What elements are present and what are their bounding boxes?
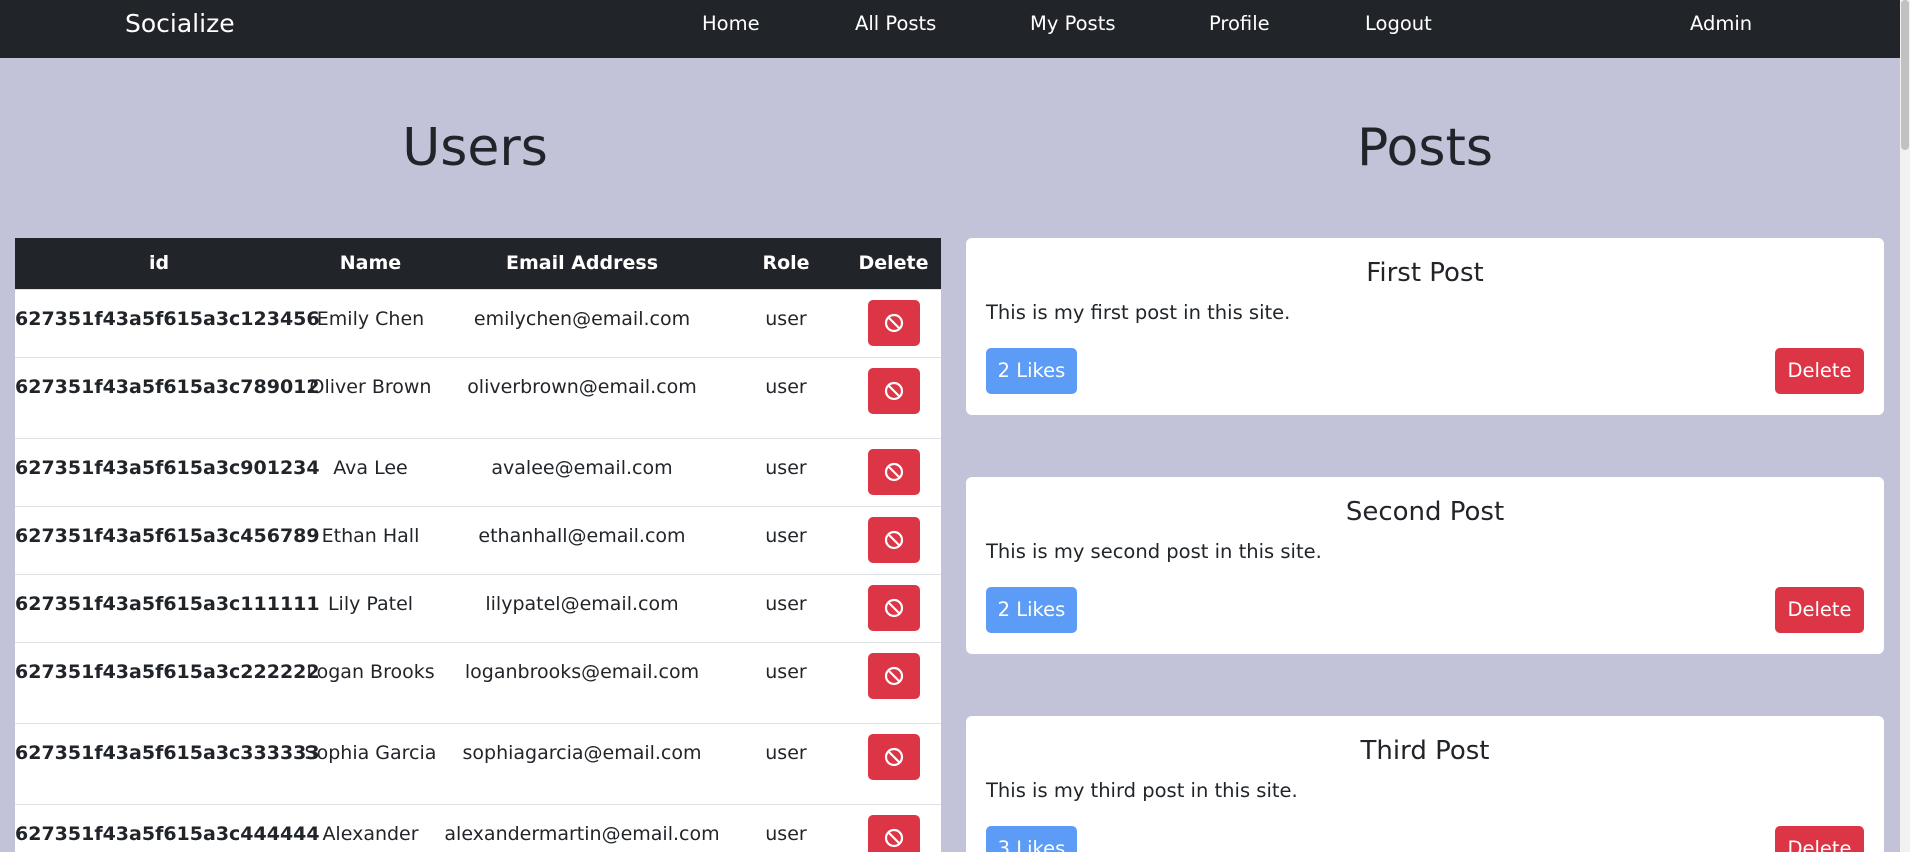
user-role: user xyxy=(726,641,846,723)
user-email: lilypatel@email.com xyxy=(438,573,726,642)
page-scrollbar[interactable] xyxy=(1900,0,1910,852)
user-id: 627351f43a5f615a3c456789 xyxy=(15,505,320,574)
users-heading: Users xyxy=(402,118,548,178)
delete-user-button[interactable] xyxy=(867,299,920,346)
column-header-role: Role xyxy=(762,252,810,275)
delete-user-button[interactable] xyxy=(867,367,920,414)
column-header-email: Email Address xyxy=(505,252,659,275)
post-body: This is my first post in this site. xyxy=(986,301,1291,324)
post-card: Second Post This is my second post in th… xyxy=(966,477,1884,654)
nav-user-name[interactable]: Admin xyxy=(1690,0,1752,48)
nav-link-home[interactable]: Home xyxy=(702,0,760,48)
ban-icon xyxy=(884,598,903,617)
user-role: user xyxy=(726,573,846,642)
delete-cell xyxy=(846,288,941,357)
delete-user-button[interactable] xyxy=(867,516,920,563)
table-row: 627351f43a5f615a3c901234 Ava Lee avalee@… xyxy=(15,437,941,506)
user-id: 627351f43a5f615a3c222222 xyxy=(15,641,320,723)
delete-cell xyxy=(846,356,941,438)
delete-user-button[interactable] xyxy=(867,448,920,495)
ban-icon xyxy=(884,747,903,766)
post-title: Second Post xyxy=(1345,497,1505,527)
posts-heading: Posts xyxy=(1357,118,1493,178)
user-name: Oliver Brown xyxy=(303,356,438,438)
ban-icon xyxy=(884,462,903,481)
delete-cell xyxy=(846,437,941,506)
column-header-name: Name xyxy=(339,252,402,275)
likes-button[interactable]: 3 Likes xyxy=(986,826,1077,852)
nav-link-logout[interactable]: Logout xyxy=(1365,0,1432,48)
ban-icon xyxy=(884,828,903,847)
user-role: user xyxy=(726,803,846,852)
user-name: Lily Patel xyxy=(303,573,438,642)
user-id: 627351f43a5f615a3c333333 xyxy=(15,722,320,804)
delete-cell xyxy=(846,722,941,804)
table-row: 627351f43a5f615a3c789012 Oliver Brown ol… xyxy=(15,356,941,438)
delete-post-button[interactable]: Delete xyxy=(1775,587,1864,633)
likes-button[interactable]: 2 Likes xyxy=(986,587,1077,633)
delete-post-button[interactable]: Delete xyxy=(1775,826,1864,852)
user-role: user xyxy=(726,722,846,804)
user-email: emilychen@email.com xyxy=(438,288,726,357)
user-name: Sophia Garcia xyxy=(303,722,438,804)
scrollbar-thumb[interactable] xyxy=(1901,0,1909,150)
user-email: alexandermartin@email.com xyxy=(438,803,726,852)
user-name: Alexander Martin xyxy=(303,803,438,852)
nav-link-all-posts[interactable]: All Posts xyxy=(855,0,936,48)
delete-cell xyxy=(846,803,941,852)
user-email: avalee@email.com xyxy=(438,437,726,506)
delete-cell xyxy=(846,573,941,642)
post-body: This is my third post in this site. xyxy=(986,779,1298,802)
table-row: 627351f43a5f615a3c123456 Emily Chen emil… xyxy=(15,288,941,357)
delete-cell xyxy=(846,505,941,574)
navbar: Socialize Home All Posts My Posts Profil… xyxy=(0,0,1900,58)
nav-link-profile[interactable]: Profile xyxy=(1209,0,1270,48)
delete-user-button[interactable] xyxy=(867,814,920,852)
ban-icon xyxy=(884,381,903,400)
delete-cell xyxy=(846,641,941,723)
delete-user-button[interactable] xyxy=(867,584,920,631)
user-id: 627351f43a5f615a3c901234 xyxy=(15,437,320,506)
delete-post-button[interactable]: Delete xyxy=(1775,348,1864,394)
table-row: 627351f43a5f615a3c333333 Sophia Garcia s… xyxy=(15,722,941,804)
user-name: Ethan Hall xyxy=(303,505,438,574)
user-id: 627351f43a5f615a3c789012 xyxy=(15,356,320,438)
user-name: Ava Lee xyxy=(303,437,438,506)
ban-icon xyxy=(884,530,903,549)
user-id: 627351f43a5f615a3c444444 xyxy=(15,803,320,852)
user-id: 627351f43a5f615a3c123456 xyxy=(15,288,320,357)
user-email: ethanhall@email.com xyxy=(438,505,726,574)
user-email: loganbrooks@email.com xyxy=(438,641,726,723)
table-header-row: id Name Email Address Role Delete xyxy=(15,238,941,289)
column-header-delete: Delete xyxy=(858,252,929,275)
likes-button[interactable]: 2 Likes xyxy=(986,348,1077,394)
user-role: user xyxy=(726,437,846,506)
post-card: Third Post This is my third post in this… xyxy=(966,716,1884,852)
ban-icon xyxy=(884,666,903,685)
user-role: user xyxy=(726,356,846,438)
post-body: This is my second post in this site. xyxy=(986,540,1322,563)
user-name: Emily Chen xyxy=(303,288,438,357)
user-email: oliverbrown@email.com xyxy=(438,356,726,438)
post-card: First Post This is my first post in this… xyxy=(966,238,1884,415)
delete-user-button[interactable] xyxy=(867,733,920,780)
column-header-id: id xyxy=(148,252,170,275)
user-role: user xyxy=(726,505,846,574)
user-role: user xyxy=(726,288,846,357)
delete-user-button[interactable] xyxy=(867,652,920,699)
nav-link-my-posts[interactable]: My Posts xyxy=(1030,0,1116,48)
ban-icon xyxy=(884,313,903,332)
users-table: id Name Email Address Role Delete 627351… xyxy=(15,238,941,852)
users-table-container: id Name Email Address Role Delete 627351… xyxy=(15,238,941,852)
post-title: First Post xyxy=(1366,258,1484,288)
post-title: Third Post xyxy=(1360,736,1490,766)
table-row: 627351f43a5f615a3c456789 Ethan Hall etha… xyxy=(15,505,941,574)
user-id: 627351f43a5f615a3c111111 xyxy=(15,573,320,642)
user-email: sophiagarcia@email.com xyxy=(438,722,726,804)
table-row: 627351f43a5f615a3c222222 Logan Brooks lo… xyxy=(15,641,941,723)
brand-logo[interactable]: Socialize xyxy=(125,0,235,58)
table-row: 627351f43a5f615a3c111111 Lily Patel lily… xyxy=(15,573,941,642)
user-name: Logan Brooks xyxy=(303,641,438,723)
table-row: 627351f43a5f615a3c444444 Alexander Marti… xyxy=(15,803,941,852)
